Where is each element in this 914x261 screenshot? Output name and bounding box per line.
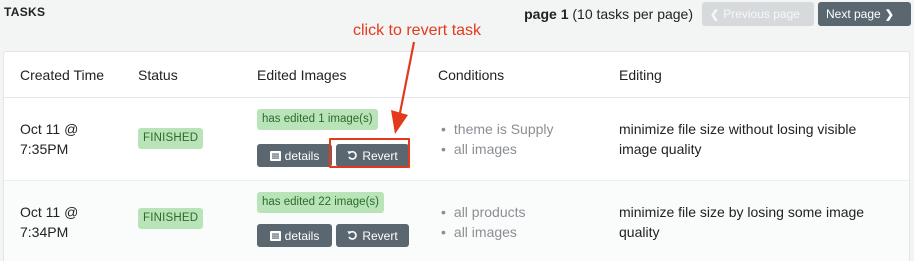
pagination: page 1 (10 tasks per page) ❮ Previous pa… [524,2,911,26]
previous-page-label: Previous page [723,7,800,21]
chevron-right-icon: ❯ [884,8,894,21]
pagination-info: page 1 (10 tasks per page) [524,6,693,22]
list-item: all images [441,139,554,159]
editing-description: minimize file size without losing visibl… [619,121,857,157]
edited-images-badge: has edited 1 image(s) [257,109,378,130]
details-button[interactable]: details [257,144,332,167]
conditions-list: theme is Supply all images [441,119,554,159]
column-header-created-time: Created Time [20,67,105,83]
details-button[interactable]: details [257,224,332,247]
table-row: Oct 11 @ 7:34PM FINISHED has edited 22 i… [4,181,909,261]
status-badge: FINISHED [138,208,204,229]
next-page-label: Next page [826,7,881,21]
details-label: details [284,148,320,163]
table-header: Created Time Status Edited Images Condit… [4,52,909,98]
tasks-table: Created Time Status Edited Images Condit… [3,51,910,261]
column-header-conditions: Conditions [438,67,505,83]
annotation-text: click to revert task [353,22,482,39]
revert-button[interactable]: Revert [336,224,409,247]
created-date: Oct 11 @ [20,204,79,220]
next-page-button[interactable]: Next page ❯ [818,2,911,26]
list-icon [269,150,281,161]
page-title: TASKS [4,5,46,19]
edited-images-badge: has edited 22 image(s) [257,192,384,213]
annotation-arrow-icon [391,41,416,134]
created-date: Oct 11 @ [20,121,79,137]
created-time-value: 7:34PM [20,224,69,240]
conditions-list: all products all images [441,202,526,242]
revert-highlight-box [329,138,410,168]
previous-page-button[interactable]: ❮ Previous page [702,2,814,26]
column-header-editing: Editing [619,67,662,83]
list-item: all images [441,222,526,242]
created-time: Oct 11 @ 7:34PM [20,202,78,242]
editing-description: minimize file size by losing some image … [619,204,865,240]
page-number: page 1 [524,6,569,22]
created-time-value: 7:35PM [20,141,69,157]
column-header-status: Status [138,67,178,83]
chevron-left-icon: ❮ [710,8,720,21]
status-badge: FINISHED [138,128,204,149]
list-icon [269,230,281,241]
revert-label: Revert [362,228,398,243]
column-header-edited-images: Edited Images [257,67,347,83]
table-row: Oct 11 @ 7:35PM FINISHED has edited 1 im… [4,99,909,181]
undo-icon [347,230,358,240]
created-time: Oct 11 @ 7:35PM [20,119,78,159]
list-item: theme is Supply [441,119,554,139]
per-page-info: (10 tasks per page) [568,6,693,22]
list-item: all products [441,202,526,222]
details-label: details [284,228,320,243]
